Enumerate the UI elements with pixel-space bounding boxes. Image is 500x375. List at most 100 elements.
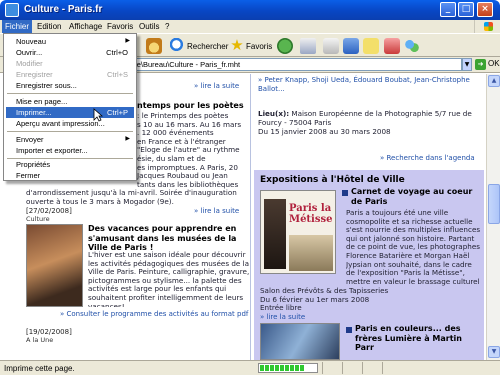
research-icon[interactable] bbox=[384, 38, 400, 54]
go-button[interactable]: OK bbox=[488, 59, 500, 68]
favorites-label[interactable]: Favoris bbox=[246, 42, 272, 51]
program-pdf-link[interactable]: » Consulter le programme des activités a… bbox=[60, 310, 248, 318]
poster-title: Paris la Métisse bbox=[289, 203, 333, 225]
submenu-arrow-icon: ▶ bbox=[125, 136, 130, 142]
menu-item-label: Imprimer... bbox=[16, 108, 52, 117]
progress-bar bbox=[258, 363, 318, 373]
menu-item-label: Mise en page... bbox=[16, 97, 68, 106]
article2-category: A la Une bbox=[26, 336, 54, 344]
photographers-link[interactable]: » Peter Knapp, Shoji Ueda, Édouard Bouba… bbox=[258, 76, 480, 93]
menu-help[interactable]: ? bbox=[162, 20, 172, 33]
close-button[interactable]: × bbox=[477, 2, 493, 17]
menu-item-apercu[interactable]: Aperçu avant impression... bbox=[6, 118, 134, 129]
bullet-icon bbox=[342, 190, 348, 196]
bullet-icon bbox=[346, 327, 352, 333]
menu-item-imprimer[interactable]: Imprimer... Ctrl+P bbox=[6, 107, 134, 118]
exhibition-dates: Du 15 janvier 2008 au 30 mars 2008 bbox=[258, 127, 391, 136]
item1-info: Salon des Prévôts & des Tapisseries Du 6… bbox=[260, 286, 480, 313]
maximize-button[interactable]: □ bbox=[458, 2, 474, 17]
history-icon[interactable] bbox=[277, 38, 293, 54]
submenu-arrow-icon: ▶ bbox=[125, 38, 130, 44]
discuss-icon[interactable] bbox=[363, 38, 379, 54]
favorites-star-icon[interactable]: ★ bbox=[229, 38, 245, 54]
menu-affichage[interactable]: Affichage bbox=[66, 20, 105, 33]
go-arrow-icon[interactable]: ➜ bbox=[475, 59, 486, 70]
menu-item-label: Modifier bbox=[16, 59, 43, 68]
menu-item-mise-en-page[interactable]: Mise en page... bbox=[6, 96, 134, 107]
menu-item-label: Ouvrir... bbox=[16, 48, 43, 57]
menu-item-envoyer[interactable]: Envoyer ▶ bbox=[6, 134, 134, 145]
print-icon[interactable] bbox=[323, 38, 339, 54]
menu-edition[interactable]: Edition bbox=[34, 20, 64, 33]
menu-item-nouveau[interactable]: Nouveau ▶ bbox=[6, 36, 134, 47]
read-more-link-1[interactable]: » lire la suite bbox=[194, 82, 239, 90]
minimize-button[interactable]: _ bbox=[440, 2, 456, 17]
menu-item-label: Envoyer bbox=[16, 135, 44, 144]
menu-separator bbox=[7, 93, 133, 94]
status-bar: Imprime cette page. bbox=[0, 360, 500, 375]
scroll-thumb[interactable] bbox=[488, 184, 500, 224]
progress-fill bbox=[260, 365, 305, 371]
poster-photo bbox=[289, 235, 333, 271]
menu-separator bbox=[7, 131, 133, 132]
menu-item-enregistrer-sous[interactable]: Enregistrer sous... bbox=[6, 80, 134, 91]
menu-item-fermer[interactable]: Fermer bbox=[6, 170, 134, 181]
item2-title[interactable]: Paris en couleurs... des frères Lumière … bbox=[355, 324, 481, 353]
article2-date: [19/02/2008] bbox=[26, 328, 72, 336]
home-icon[interactable] bbox=[146, 38, 162, 54]
mouse-cursor-icon bbox=[93, 108, 103, 122]
museum-kids-photo[interactable] bbox=[26, 224, 83, 307]
status-cell bbox=[382, 362, 383, 374]
search-label[interactable]: Rechercher bbox=[187, 42, 228, 51]
article1-line: ouverte à tous le 3 mars à Mogador (9e). bbox=[26, 196, 174, 206]
article1-category: Culture bbox=[26, 215, 50, 223]
menu-item-proprietes[interactable]: Propriétés bbox=[6, 159, 134, 170]
article1-date: [27/02/2008] bbox=[26, 207, 72, 215]
item1-read-more[interactable]: » lire la suite bbox=[260, 313, 305, 321]
messenger-icon[interactable] bbox=[404, 38, 420, 54]
box-title: Expositions à l'Hôtel de Ville bbox=[260, 175, 405, 185]
menu-item-label: Enregistrer bbox=[16, 70, 53, 79]
vertical-scrollbar[interactable]: ▲ ▼ bbox=[486, 74, 500, 360]
menu-favoris[interactable]: Favoris bbox=[104, 20, 136, 33]
scroll-down-icon[interactable]: ▼ bbox=[488, 346, 500, 358]
menu-item-shortcut: Ctrl+P bbox=[106, 108, 128, 117]
menu-outils[interactable]: Outils bbox=[136, 20, 162, 33]
agenda-search-link[interactable]: » Recherche dans l'agenda bbox=[380, 154, 475, 162]
menu-item-label: Aperçu avant impression... bbox=[16, 119, 105, 128]
edit-icon[interactable] bbox=[343, 38, 359, 54]
menu-item-label: Fermer bbox=[16, 171, 41, 180]
menu-item-modifier: Modifier bbox=[6, 58, 134, 69]
hotel-de-ville-box: Expositions à l'Hôtel de Ville Paris la … bbox=[254, 170, 484, 360]
article2-title[interactable]: Des vacances pour apprendre en s'amusant… bbox=[88, 224, 248, 253]
paris-metisse-poster[interactable]: Paris la Métisse bbox=[260, 190, 336, 274]
search-icon[interactable] bbox=[170, 38, 186, 54]
menu-item-label: Propriétés bbox=[16, 160, 51, 169]
menu-fichier[interactable]: Fichier bbox=[2, 20, 33, 33]
article2-body: L'hiver est une saison idéale pour décou… bbox=[88, 251, 250, 307]
menu-item-label: Nouveau bbox=[16, 37, 47, 46]
status-text: Imprime cette page. bbox=[4, 364, 75, 373]
mail-icon[interactable] bbox=[300, 38, 316, 54]
item1-body: Paris a toujours été une ville cosmopoli… bbox=[346, 209, 481, 286]
address-dropdown-icon[interactable]: ▼ bbox=[462, 58, 472, 71]
title-bar: Culture - Paris.fr _ □ × bbox=[0, 0, 500, 20]
address-input[interactable]: ke\Bureau\Culture - Paris_fr.mht bbox=[130, 58, 462, 71]
article1-title[interactable]: ntemps pour les poètes bbox=[137, 101, 244, 111]
windows-logo-icon bbox=[474, 20, 500, 33]
menu-item-enregistrer: Enregistrer Ctrl+S bbox=[6, 69, 134, 80]
read-more-link-2[interactable]: » lire la suite bbox=[194, 207, 239, 215]
item1-entry: Entrée libre bbox=[260, 303, 302, 313]
scroll-up-icon[interactable]: ▲ bbox=[488, 75, 500, 87]
status-cell bbox=[362, 362, 363, 374]
menu-item-ouvrir[interactable]: Ouvrir... Ctrl+O bbox=[6, 47, 134, 58]
ie-app-icon[interactable] bbox=[5, 3, 19, 17]
lumiere-photo[interactable] bbox=[260, 323, 340, 360]
menu-item-shortcut: Ctrl+S bbox=[106, 70, 128, 79]
menu-item-importer-exporter[interactable]: Importer et exporter... bbox=[6, 145, 134, 156]
article1-text-block: : le Printemps des poètes s 10 au 16 mar… bbox=[137, 111, 249, 189]
menu-item-label: Importer et exporter... bbox=[16, 146, 88, 155]
venue-text: Lieu(x): Maison Européenne de la Photogr… bbox=[258, 109, 482, 127]
item1-title[interactable]: Carnet de voyage au coeur de Paris bbox=[351, 187, 481, 206]
menu-item-label: Enregistrer sous... bbox=[16, 81, 77, 90]
